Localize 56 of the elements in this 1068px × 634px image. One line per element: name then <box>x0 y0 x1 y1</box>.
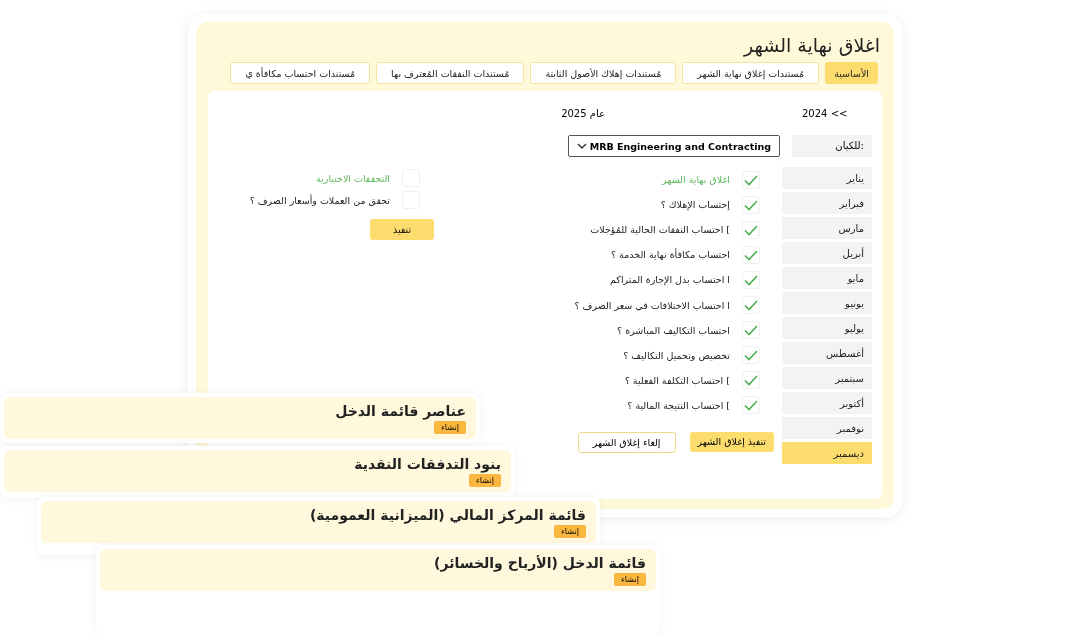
checkbox[interactable] <box>742 371 760 390</box>
checkbox[interactable] <box>742 321 760 340</box>
check-label: احتساب التكاليف المباشرة ؟ <box>617 324 730 336</box>
create-button[interactable]: إنشاء <box>469 474 501 487</box>
tab[interactable]: مُستندات إهلاك الأصول الثابتة <box>530 62 677 84</box>
month-item[interactable]: مايو <box>782 267 872 289</box>
check-label: تحقق من العملات وأسعار الصرف ؟ <box>249 194 390 206</box>
report-title: بنود التدفقات النقدية <box>354 456 501 472</box>
check-label: ا احتساب الاختلافات في سعر الصرف ؟ <box>574 299 730 311</box>
month-item[interactable]: ديسمبر <box>782 442 872 464</box>
month-item[interactable]: يوليو <box>782 317 872 339</box>
report-title: عناصر قائمة الدخل <box>335 403 466 419</box>
checkbox[interactable] <box>742 346 760 365</box>
cancel-close-button[interactable]: إلغاء إغلاق الشهر <box>577 431 676 453</box>
year-label: 2025 عام <box>561 107 605 119</box>
month-item[interactable]: أكتوبر <box>782 392 872 414</box>
checkbox[interactable] <box>742 296 760 314</box>
month-item[interactable]: نوفمبر <box>782 417 872 439</box>
check-label: احتساب مكافأة نهاية الخدمة ؟ <box>611 249 730 261</box>
create-button[interactable]: إنشاء <box>434 421 466 434</box>
checkbox[interactable] <box>742 270 760 289</box>
month-item[interactable]: فبراير <box>782 192 872 214</box>
check-label: ] احتساب النتيجة المالية ؟ <box>627 399 730 411</box>
check-label: ا احتساب بدل الإجازة المتراكم <box>610 274 730 286</box>
checkbox[interactable] <box>742 195 760 214</box>
check-label: تخصيص وتحميل التكاليف ؟ <box>623 349 730 361</box>
month-item[interactable]: مارس <box>782 217 872 239</box>
entity-select[interactable]: MRB Engineering and Contracting <box>568 135 780 157</box>
run-button[interactable]: تنفيذ <box>370 219 434 240</box>
run-close-button[interactable]: تنفيذ إغلاق الشهر <box>689 431 774 452</box>
tab[interactable]: مُستندات إغلاق نهاية الشهر <box>682 62 820 84</box>
report-title: قائمة المركز المالي (الميزانية العمومية) <box>309 507 586 523</box>
check-label: اغلاق نهاية الشهر <box>662 174 730 186</box>
month-item[interactable]: يونيو <box>782 292 872 314</box>
check-label: إحتساب الإهلاك ؟ <box>660 199 730 211</box>
month-item[interactable]: سبتمبر <box>782 367 872 389</box>
caret-icon <box>577 143 587 149</box>
tab[interactable]: مُستندات احتساب مكافأة ي <box>230 62 371 84</box>
entity-label: :للكيان <box>792 135 872 157</box>
report-title: قائمة الدخل (الأرباح والخسائر) <box>434 555 646 571</box>
tab[interactable]: مُستندات النفقات المُعترف بها <box>376 62 525 84</box>
checkbox[interactable] <box>742 220 760 239</box>
check-label: ] احتساب التكلفة الفعلية ؟ <box>624 374 730 386</box>
month-item[interactable]: يناير <box>782 167 872 189</box>
month-item[interactable]: أغسطس <box>782 342 872 364</box>
window-title: اغلاق نهاية الشهر <box>742 34 880 56</box>
tab[interactable]: الأساسية <box>825 62 878 84</box>
create-button[interactable]: إنشاء <box>614 573 646 586</box>
check-label: ] احتساب النفقات الحالية للمُؤجلات <box>590 224 730 236</box>
month-item[interactable]: أبريل <box>782 242 872 264</box>
check-label: التحققات الاختيارية <box>316 172 390 184</box>
checkbox[interactable] <box>742 170 760 189</box>
checkbox[interactable] <box>742 245 760 264</box>
previous-year-link[interactable]: 2024 << <box>802 107 852 119</box>
checkbox[interactable] <box>742 396 760 415</box>
create-button[interactable]: إنشاء <box>554 525 586 538</box>
